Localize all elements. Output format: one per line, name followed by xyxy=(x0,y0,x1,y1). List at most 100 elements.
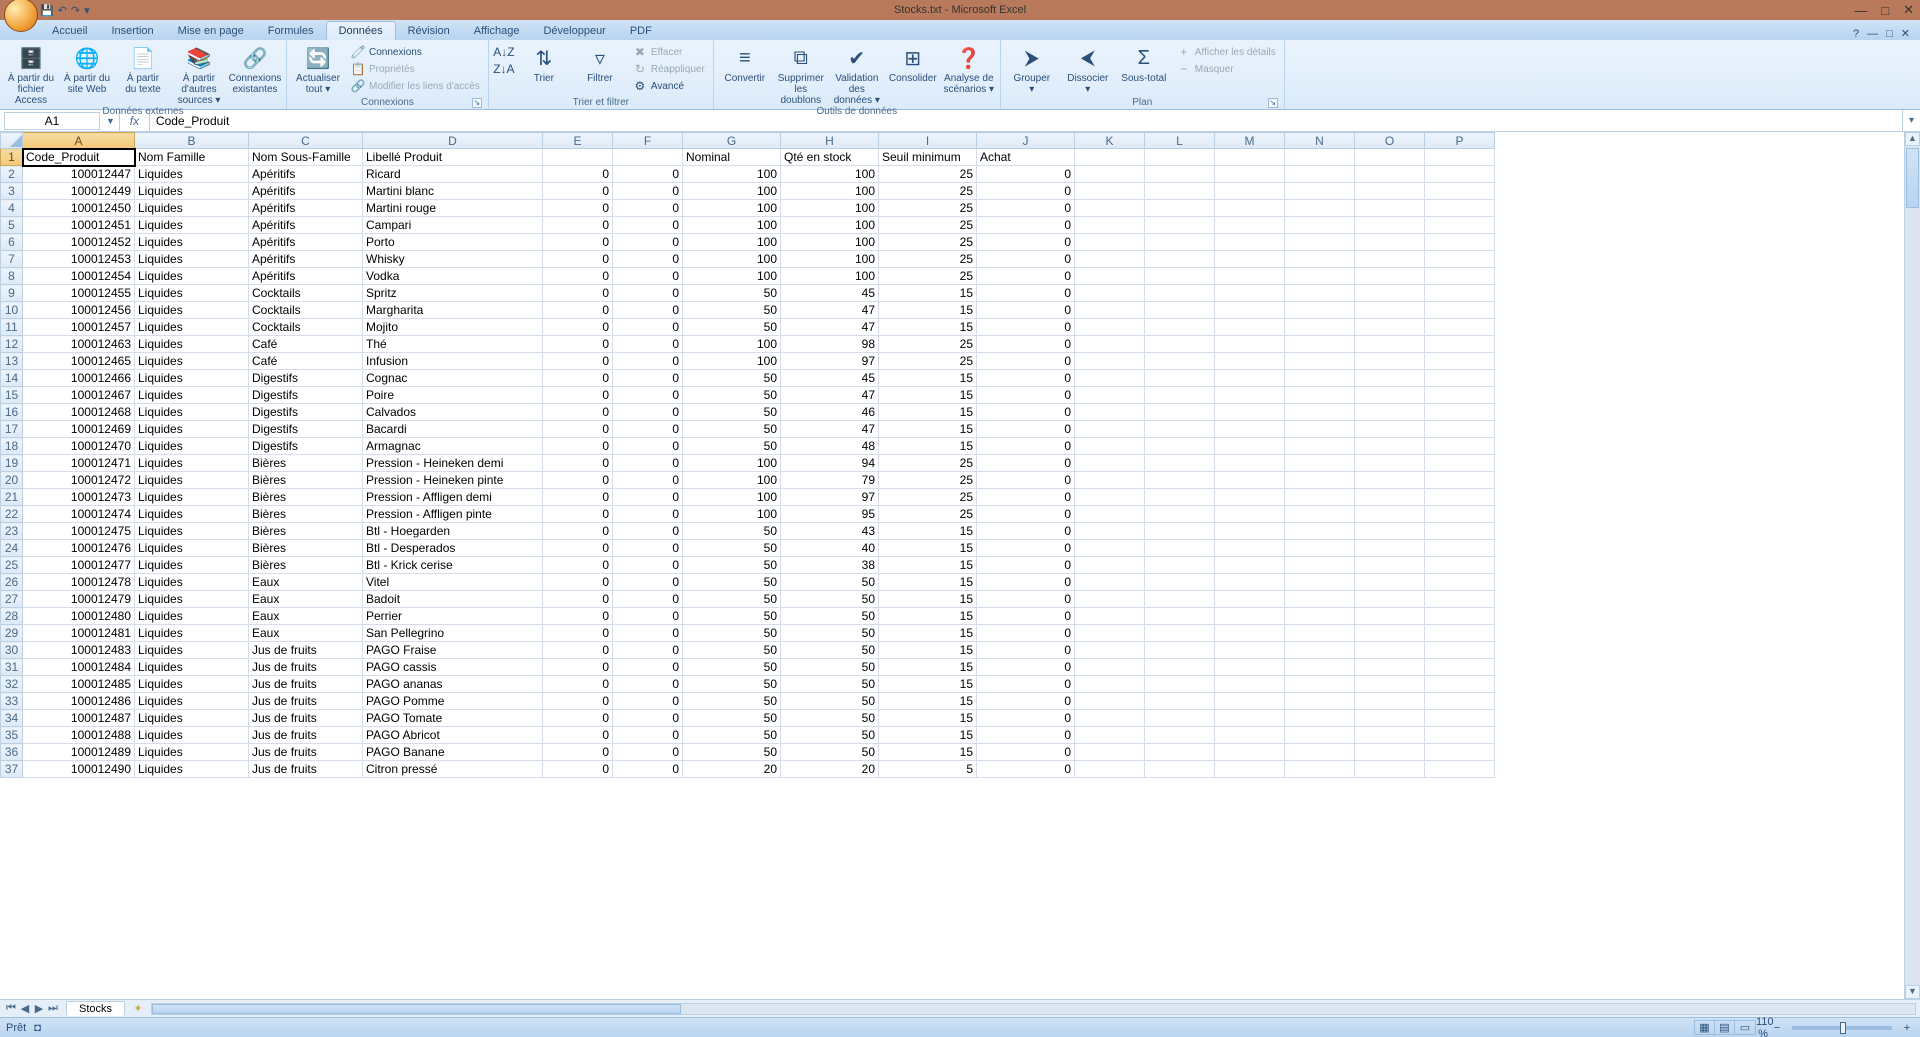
cell[interactable] xyxy=(1425,455,1495,472)
cell[interactable]: Libellé Produit xyxy=(363,149,543,166)
ribbon-tab-révision[interactable]: Révision xyxy=(396,22,462,40)
cell[interactable]: 50 xyxy=(683,625,781,642)
cell[interactable]: Btl - Hoegarden xyxy=(363,523,543,540)
cell[interactable]: 38 xyxy=(781,557,879,574)
cell[interactable] xyxy=(1075,183,1145,200)
cell[interactable]: 50 xyxy=(683,319,781,336)
cell[interactable]: Liquides xyxy=(135,421,249,438)
cell[interactable]: 0 xyxy=(977,574,1075,591)
cell[interactable]: 0 xyxy=(543,200,613,217)
cell[interactable]: 25 xyxy=(879,336,977,353)
cell[interactable]: Liquides xyxy=(135,336,249,353)
column-header-F[interactable]: F xyxy=(613,133,683,149)
ribbon-button-convertir[interactable]: ≡Convertir xyxy=(718,42,772,84)
cell[interactable] xyxy=(1355,149,1425,166)
cell[interactable] xyxy=(1215,166,1285,183)
ribbon-button-r-appliquer[interactable]: ↻Réappliquer xyxy=(629,61,709,77)
cell[interactable] xyxy=(1215,404,1285,421)
cell[interactable] xyxy=(1145,421,1215,438)
column-header-H[interactable]: H xyxy=(781,133,879,149)
cell[interactable]: Bières xyxy=(249,523,363,540)
cell[interactable] xyxy=(1215,200,1285,217)
ribbon-tab-pdf[interactable]: PDF xyxy=(618,22,664,40)
cell[interactable] xyxy=(1075,285,1145,302)
cell[interactable]: Nominal xyxy=(683,149,781,166)
cell[interactable]: 100 xyxy=(683,455,781,472)
cell[interactable]: 50 xyxy=(781,574,879,591)
cell[interactable]: Spritz xyxy=(363,285,543,302)
row-header[interactable]: 27 xyxy=(1,591,23,608)
cell[interactable]: 0 xyxy=(543,540,613,557)
cell[interactable]: 100012472 xyxy=(23,472,135,489)
cell[interactable] xyxy=(1145,336,1215,353)
cell[interactable] xyxy=(1215,506,1285,523)
cell[interactable]: 0 xyxy=(977,557,1075,574)
cell[interactable]: 0 xyxy=(977,353,1075,370)
cell[interactable]: 0 xyxy=(977,455,1075,472)
row-header[interactable]: 1 xyxy=(1,149,23,166)
insert-sheet-icon[interactable]: ✦ xyxy=(129,1002,147,1015)
formula-bar-expand-icon[interactable]: ▾ xyxy=(1902,110,1920,131)
cell[interactable] xyxy=(1285,523,1355,540)
cell[interactable] xyxy=(1285,693,1355,710)
cell[interactable] xyxy=(1145,268,1215,285)
cell[interactable]: 97 xyxy=(781,489,879,506)
cell[interactable]: 0 xyxy=(543,676,613,693)
cell[interactable]: 15 xyxy=(879,540,977,557)
cell[interactable] xyxy=(1215,540,1285,557)
cell[interactable] xyxy=(1145,370,1215,387)
cell[interactable]: Liquides xyxy=(135,506,249,523)
cell[interactable] xyxy=(1355,302,1425,319)
cell[interactable]: 0 xyxy=(977,302,1075,319)
cell[interactable]: Cocktails xyxy=(249,302,363,319)
cell[interactable] xyxy=(1215,489,1285,506)
cell[interactable]: 50 xyxy=(683,591,781,608)
row-header[interactable]: 19 xyxy=(1,455,23,472)
cell[interactable] xyxy=(1425,574,1495,591)
cell[interactable] xyxy=(1285,438,1355,455)
cell[interactable]: 50 xyxy=(781,744,879,761)
cell[interactable]: 0 xyxy=(543,438,613,455)
cell[interactable]: 50 xyxy=(781,608,879,625)
cell[interactable]: 0 xyxy=(543,693,613,710)
cell[interactable] xyxy=(1075,659,1145,676)
cell[interactable] xyxy=(1285,659,1355,676)
cell[interactable]: 25 xyxy=(879,200,977,217)
dialog-launcher-icon[interactable]: ↘ xyxy=(472,98,482,108)
cell[interactable] xyxy=(1285,285,1355,302)
cell[interactable] xyxy=(1355,268,1425,285)
cell[interactable]: Bières xyxy=(249,557,363,574)
macro-record-icon[interactable]: ◘ xyxy=(34,1022,41,1034)
cell[interactable] xyxy=(1425,217,1495,234)
cell[interactable]: 0 xyxy=(613,676,683,693)
help-icon[interactable]: ? xyxy=(1853,28,1859,40)
cell[interactable]: Armagnac xyxy=(363,438,543,455)
row-header[interactable]: 3 xyxy=(1,183,23,200)
cell[interactable]: Btl - Desperados xyxy=(363,540,543,557)
cell[interactable]: 0 xyxy=(613,744,683,761)
cell[interactable] xyxy=(1425,200,1495,217)
cell[interactable] xyxy=(1285,574,1355,591)
cell[interactable]: 25 xyxy=(879,472,977,489)
cell[interactable] xyxy=(1145,472,1215,489)
cell[interactable]: Pression - Heineken demi xyxy=(363,455,543,472)
cell[interactable]: Qté en stock xyxy=(781,149,879,166)
cell[interactable] xyxy=(1215,149,1285,166)
cell[interactable] xyxy=(1355,404,1425,421)
cell[interactable] xyxy=(1285,149,1355,166)
cell[interactable]: 25 xyxy=(879,489,977,506)
cell[interactable]: 0 xyxy=(613,404,683,421)
cell[interactable] xyxy=(1075,302,1145,319)
cell[interactable]: 0 xyxy=(613,693,683,710)
cell[interactable]: 100012490 xyxy=(23,761,135,778)
cell[interactable] xyxy=(1145,166,1215,183)
cell[interactable]: 0 xyxy=(613,438,683,455)
cell[interactable]: 0 xyxy=(977,659,1075,676)
ribbon-button-validation-des[interactable]: ✔Validation desdonnées ▾ xyxy=(830,42,884,106)
cell[interactable] xyxy=(1075,370,1145,387)
cell[interactable]: 0 xyxy=(543,710,613,727)
ribbon-button-connexions[interactable]: 🔗Connexionsexistantes xyxy=(228,42,282,95)
ribbon-button--partir[interactable]: 📄À partirdu texte xyxy=(116,42,170,95)
cell[interactable] xyxy=(1425,676,1495,693)
cell[interactable] xyxy=(1215,302,1285,319)
